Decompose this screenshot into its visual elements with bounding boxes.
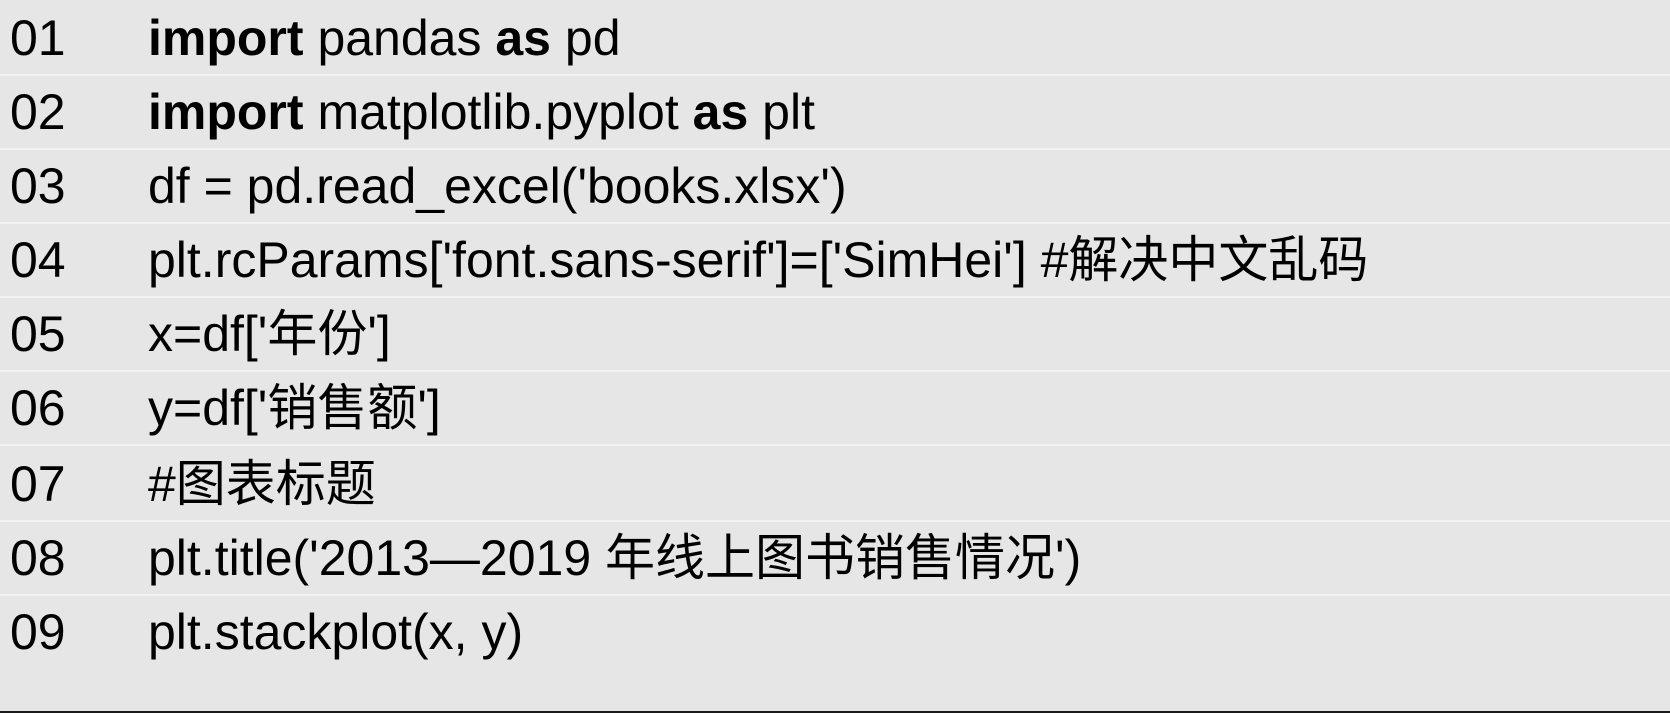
line-number: 01: [10, 10, 66, 66]
line-code: x=df['年份']: [148, 304, 391, 364]
keyword-token: as: [692, 84, 749, 140]
line-number: 09: [10, 604, 66, 660]
code-token: pandas: [303, 10, 496, 66]
code-line-03: 03 df = pd.read_excel('books.xlsx'): [0, 148, 1670, 224]
code-line-06: 06 y=df['销售额']: [0, 370, 1670, 446]
line-number: 08: [10, 530, 66, 586]
line-code: import pandas as pd: [148, 8, 621, 68]
line-number: 04: [10, 232, 66, 288]
code-line-07: 07 #图表标题: [0, 446, 1670, 522]
code-token: plt: [748, 84, 815, 140]
code-token: x=df['年份']: [148, 306, 391, 362]
code-line-01: 01 import pandas as pd: [0, 0, 1670, 76]
line-number: 07: [10, 456, 66, 512]
line-code: y=df['销售额']: [148, 378, 441, 438]
code-line-04: 04 plt.rcParams['font.sans-serif']=['SimH…: [0, 222, 1670, 298]
code-token: matplotlib.pyplot: [303, 84, 693, 140]
code-token: df = pd.read_excel('books.xlsx'): [148, 158, 847, 214]
line-number: 06: [10, 380, 66, 436]
line-code: plt.stackplot(x, y): [148, 602, 523, 662]
line-code: df = pd.read_excel('books.xlsx'): [148, 156, 847, 216]
code-token: plt.stackplot(x, y): [148, 604, 524, 660]
line-code: import matplotlib.pyplot as plt: [148, 82, 815, 142]
code-line-09: 09 plt.stackplot(x, y): [0, 594, 1670, 713]
line-number: 02: [10, 84, 66, 140]
code-token: #图表标题: [148, 456, 376, 512]
code-line-05: 05 x=df['年份']: [0, 296, 1670, 372]
line-number: 05: [10, 306, 66, 362]
line-code: plt.rcParams['font.sans-serif']=['SimHei…: [148, 230, 1368, 290]
code-line-02: 02 import matplotlib.pyplot as plt: [0, 74, 1670, 150]
keyword-token: import: [148, 84, 304, 140]
line-code: plt.title('2013—2019 年线上图书销售情况'): [148, 528, 1081, 588]
code-token: plt.rcParams['font.sans-serif']=['SimHei…: [148, 232, 1369, 288]
line-number: 03: [10, 158, 66, 214]
code-line-08: 08 plt.title('2013—2019 年线上图书销售情况'): [0, 520, 1670, 596]
code-listing: 01 import pandas as pd 02 import matplotlib…: [0, 0, 1670, 713]
code-token: plt.title('2013—2019 年线上图书销售情况'): [148, 530, 1082, 586]
code-token: pd: [551, 10, 621, 66]
keyword-token: as: [495, 10, 551, 66]
code-token: y=df['销售额']: [148, 380, 441, 436]
keyword-token: import: [148, 10, 304, 66]
line-code: #图表标题: [148, 454, 376, 514]
